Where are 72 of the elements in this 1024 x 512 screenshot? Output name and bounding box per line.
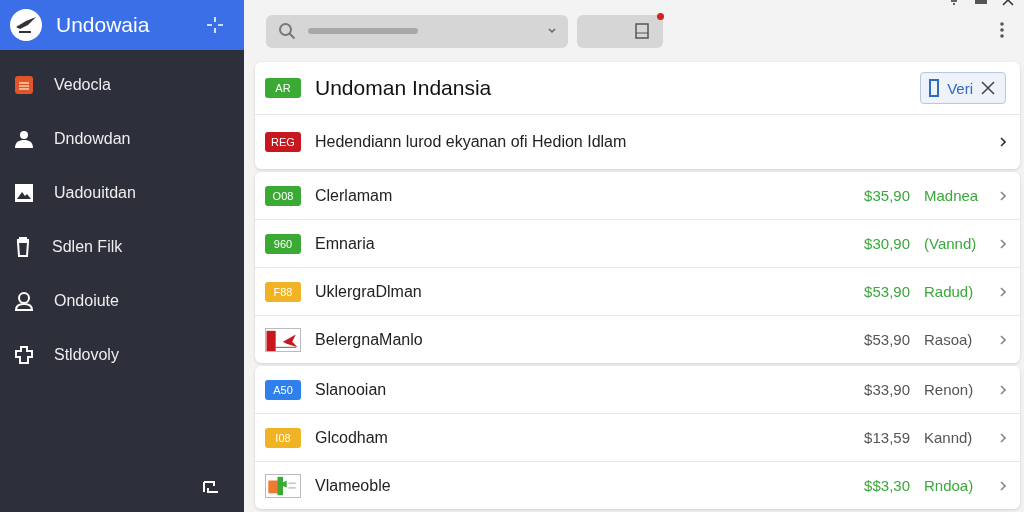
chevron-right-icon: [1000, 190, 1006, 201]
status-text: Madnea: [924, 187, 980, 204]
list-row[interactable]: Vlameoble $$3,30 Rndoa): [255, 461, 1020, 509]
row-title: Vlameoble: [315, 476, 392, 495]
status-text: Rndoa): [924, 477, 975, 494]
code-badge: F88: [265, 281, 301, 302]
filter-chip[interactable]: Veri: [920, 72, 1006, 104]
list-row[interactable]: F88 UklergraDlman $53,90 Radud): [255, 267, 1020, 315]
person-icon: [14, 129, 34, 149]
crosshair-icon[interactable]: [206, 16, 224, 34]
row-title: Hedendiann lurod ekyanan ofi Hedion Idlam: [315, 133, 628, 151]
row-title: UklergraDlman: [315, 282, 423, 301]
status-text: Rasoa): [924, 331, 974, 348]
code-badge: REG: [265, 132, 301, 152]
bookmark-button[interactable]: [577, 14, 663, 48]
list-row[interactable]: I08 Glcodham $13,59 Kannd): [255, 413, 1020, 461]
image-icon: [14, 183, 34, 203]
card-title: Undoman Indansia: [315, 76, 493, 100]
price: $13,59: [864, 429, 910, 446]
status-text: (Vannd): [924, 235, 978, 252]
window-icon: [635, 23, 649, 39]
chevron-down-icon: [548, 28, 556, 34]
price: $53,90: [864, 283, 910, 300]
code-badge: AR: [265, 78, 301, 98]
door-icon: [929, 79, 940, 97]
user-outline-icon: [14, 291, 34, 311]
list-row[interactable]: 960 Emnaria $30,90 (Vannd): [255, 219, 1020, 267]
chevron-right-icon: [1000, 480, 1006, 491]
price: $53,90: [864, 331, 910, 348]
price: $33,90: [864, 381, 910, 398]
search-icon: [278, 22, 296, 40]
close-icon[interactable]: [981, 81, 995, 95]
row-title: Clerlamam: [315, 186, 394, 205]
price: $30,90: [864, 235, 910, 252]
code-badge: O08: [265, 185, 301, 206]
code-badge: I08: [265, 427, 301, 448]
puzzle-icon: [14, 345, 34, 365]
row-title: Slanooian: [315, 380, 388, 399]
sidebar-item[interactable]: Dndowdan: [0, 112, 244, 166]
swap-icon[interactable]: [202, 478, 220, 496]
code-badge: 960: [265, 233, 301, 254]
menu-icon[interactable]: [1000, 22, 1004, 38]
chevron-right-icon: [1000, 334, 1006, 345]
status-text: Radud): [924, 283, 975, 300]
sidebar-item[interactable]: Sdlen Filk: [0, 220, 244, 274]
chevron-right-icon: [1000, 238, 1006, 249]
list-row[interactable]: AR Undoman Indansia Veri: [255, 62, 1020, 114]
stack-icon: [14, 75, 34, 95]
chevron-right-icon: [1000, 137, 1006, 147]
sidebar-item[interactable]: Stldovoly: [0, 328, 244, 382]
status-text: Kannd): [924, 429, 974, 446]
list-row[interactable]: A50 Slanooian $33,90 Renon): [255, 366, 1020, 413]
code-badge: A50: [265, 379, 301, 400]
chevron-right-icon: [1000, 432, 1006, 443]
app-title: Undowaia: [56, 13, 151, 37]
sidebar-item[interactable]: Vedocla: [0, 58, 244, 112]
search-field[interactable]: [266, 14, 568, 48]
row-title: BelergnaManlo: [315, 330, 424, 349]
price: $35,90: [864, 187, 910, 204]
sidebar-item[interactable]: Uadouitdan: [0, 166, 244, 220]
status-text: Renon): [924, 381, 975, 398]
chevron-right-icon: [1000, 384, 1006, 395]
list-row[interactable]: REG Hedendiann lurod ekyanan ofi Hedion Idlam: [255, 114, 1020, 169]
logo-icon: [10, 9, 42, 41]
price: $$3,30: [864, 477, 910, 494]
row-title: Emnaria: [315, 234, 376, 253]
list-row[interactable]: O08 Clerlamam $35,90 Madnea: [255, 172, 1020, 219]
chevron-right-icon: [1000, 286, 1006, 297]
sidebar-item[interactable]: Ondoiute: [0, 274, 244, 328]
trash-icon: [14, 237, 32, 257]
row-title: Glcodham: [315, 428, 389, 447]
list-row[interactable]: BelergnaManlo $53,90 Rasoa): [255, 315, 1020, 363]
